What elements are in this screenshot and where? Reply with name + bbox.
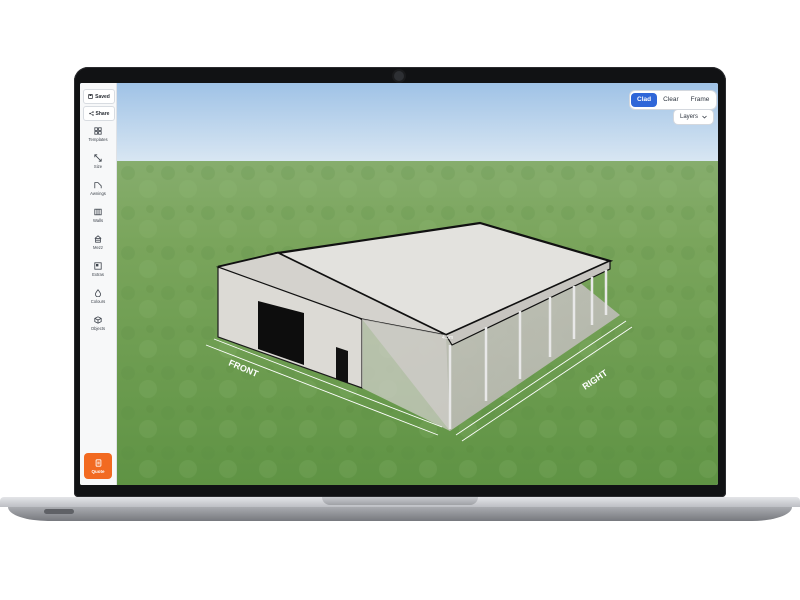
layers-dropdown[interactable]: Layers: [674, 110, 714, 124]
sidebar-item-extras[interactable]: Extras: [80, 262, 116, 286]
droplet-icon: [95, 289, 101, 297]
sidebar-item-label: Templates: [88, 137, 108, 142]
sidebar-item-walls[interactable]: Walls: [80, 208, 116, 232]
quote-label: Quote: [91, 468, 105, 474]
share-label: Share: [95, 110, 110, 117]
resize-arrows-icon: [94, 154, 102, 162]
laptop-notch: [322, 497, 478, 505]
cube-icon: [94, 316, 102, 324]
sidebar-item-colours[interactable]: Colours: [80, 289, 116, 313]
view-clear-button[interactable]: Clear: [657, 93, 685, 107]
sky: [80, 83, 718, 165]
pa-door: [336, 347, 348, 383]
laptop-base-bottom: [8, 507, 792, 521]
sidebar-item-label: Mezz: [92, 245, 103, 250]
sidebar-item-awnings[interactable]: Awnings: [80, 181, 116, 205]
view-mode-toggle: Clad Clear Frame: [630, 91, 717, 109]
share-icon: [88, 111, 94, 116]
sidebar-item-templates[interactable]: Templates: [80, 127, 116, 151]
sidebar-item-mezz[interactable]: Mezz: [80, 235, 116, 259]
quote-button[interactable]: Quote: [84, 453, 112, 479]
document-icon: [95, 458, 101, 467]
grid-icon: [94, 127, 102, 135]
sidebar-item-label: Awnings: [90, 191, 106, 196]
laptop-base: [0, 497, 800, 521]
laptop-lid: FRONT RIGHT 4.5m Saved Share Templates S…: [74, 67, 726, 497]
sidebar-item-label: Walls: [92, 218, 104, 223]
view-frame-button[interactable]: Frame: [685, 93, 716, 107]
left-toolbar: Saved Share Templates Size Awnings Walls…: [80, 83, 117, 485]
sidebar-item-label: Extras: [92, 272, 104, 277]
share-button[interactable]: Share: [83, 106, 115, 121]
sidebar-item-label: Size: [93, 164, 103, 169]
saved-label: Saved: [95, 93, 110, 100]
sidebar-item-label: Colours: [90, 299, 106, 304]
chevron-down-icon: [702, 115, 707, 119]
webcam: [394, 71, 404, 81]
sidebar-item-size[interactable]: Size: [80, 154, 116, 178]
save-icon: [88, 94, 93, 99]
walls-icon: [94, 208, 102, 216]
sidebar-item-label: Objects: [90, 326, 106, 331]
sidebar-item-objects[interactable]: Objects: [80, 316, 116, 340]
mezzanine-icon: [94, 235, 102, 243]
app-screen: FRONT RIGHT 4.5m Saved Share Templates S…: [80, 83, 718, 485]
awning-icon: [94, 182, 102, 189]
laptop-foot-left: [44, 509, 74, 514]
extras-icon: [94, 262, 102, 270]
apex-height-label: 4.5m: [442, 335, 453, 341]
3d-viewport[interactable]: FRONT RIGHT 4.5m: [80, 83, 718, 485]
saved-button[interactable]: Saved: [83, 89, 115, 104]
layers-label: Layers: [680, 114, 699, 120]
view-clad-button[interactable]: Clad: [631, 93, 658, 107]
